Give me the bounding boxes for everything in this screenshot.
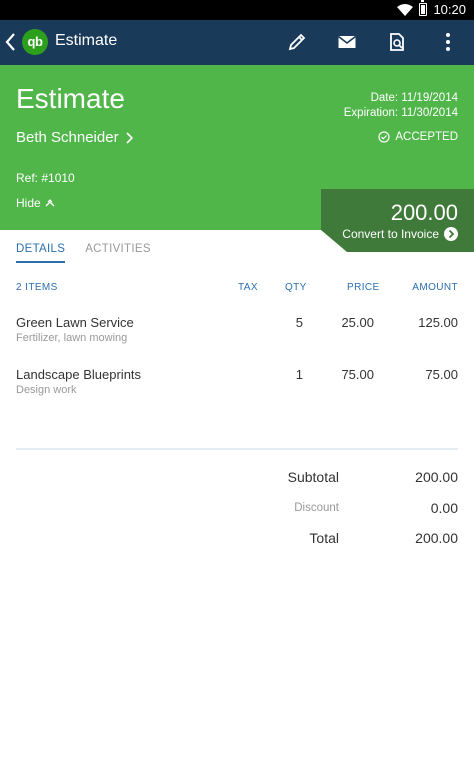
tab-activities[interactable]: ACTIVITIES [85,243,151,263]
total-amount: 200.00 [390,200,458,225]
item-amount: 75.00 [425,367,458,382]
mail-icon [338,35,356,48]
items-count-header: 2 ITEMS [16,282,58,293]
pencil-icon [288,33,306,51]
item-name: Landscape Blueprints [16,367,142,382]
reference-number: Ref: #1010 [16,171,75,185]
document-search-icon [390,33,404,51]
item-description: Design work [16,384,77,396]
item-name: Green Lawn Service [16,315,134,330]
discount-label: Discount [294,502,339,514]
divider [16,448,458,450]
total-value: 200.00 [415,530,458,546]
total-box[interactable]: 200.00 Convert to Invoice [321,189,474,252]
convert-to-invoice-button[interactable]: Convert to Invoice [342,227,458,241]
battery-icon [419,0,428,16]
status-label: ACCEPTED [395,131,458,143]
page-title: Estimate [16,83,125,114]
convert-label: Convert to Invoice [342,227,439,241]
qty-header: QTY [285,282,307,293]
edit-button[interactable] [285,30,309,54]
item-qty: 1 [295,367,303,382]
item-amount: 125.00 [418,315,458,330]
customer-name: Beth Schneider [16,129,119,146]
quickbooks-logo[interactable]: qb [22,29,48,55]
estimate-dates: Date: 11/19/2014 Expiration: 11/30/2014 [344,91,458,121]
more-vert-icon [446,33,450,51]
tab-bar: DETAILS ACTIVITIES [16,243,151,263]
price-header: PRICE [347,282,380,293]
item-price: 25.00 [341,315,374,330]
arrow-circle-right-icon [444,227,458,241]
app-title: Estimate [55,32,118,49]
app-bar: qb Estimate [0,20,474,65]
hide-toggle[interactable]: Hide [16,196,55,210]
customer-link[interactable]: Beth Schneider [16,129,133,146]
total-label: Total [309,530,339,546]
tax-header: TAX [238,282,258,293]
item-price: 75.00 [341,367,374,382]
subtotal-value: 200.00 [415,469,458,485]
status-badge: ACCEPTED [378,131,458,143]
item-qty: 5 [295,315,303,330]
amount-header: AMOUNT [412,282,458,293]
discount-value: 0.00 [430,500,458,516]
chevron-right-icon [126,131,133,144]
tab-details[interactable]: DETAILS [16,243,66,263]
email-button[interactable] [335,30,359,54]
back-icon[interactable] [3,31,19,53]
preview-button[interactable] [385,30,409,54]
expiration-date: Expiration: 11/30/2014 [343,107,458,119]
hide-label: Hide [16,196,41,210]
status-bar: 10:20 [0,0,474,20]
item-description: Fertilizer, lawn mowing [16,332,128,344]
check-circle-icon [378,131,390,143]
status-time: 10:20 [433,2,466,17]
overflow-menu-button[interactable] [436,30,460,54]
wifi-icon [397,3,414,16]
subtotal-label: Subtotal [287,469,339,485]
estimate-date: Date: 11/19/2014 [370,92,458,104]
chevron-up-icon [45,199,55,207]
